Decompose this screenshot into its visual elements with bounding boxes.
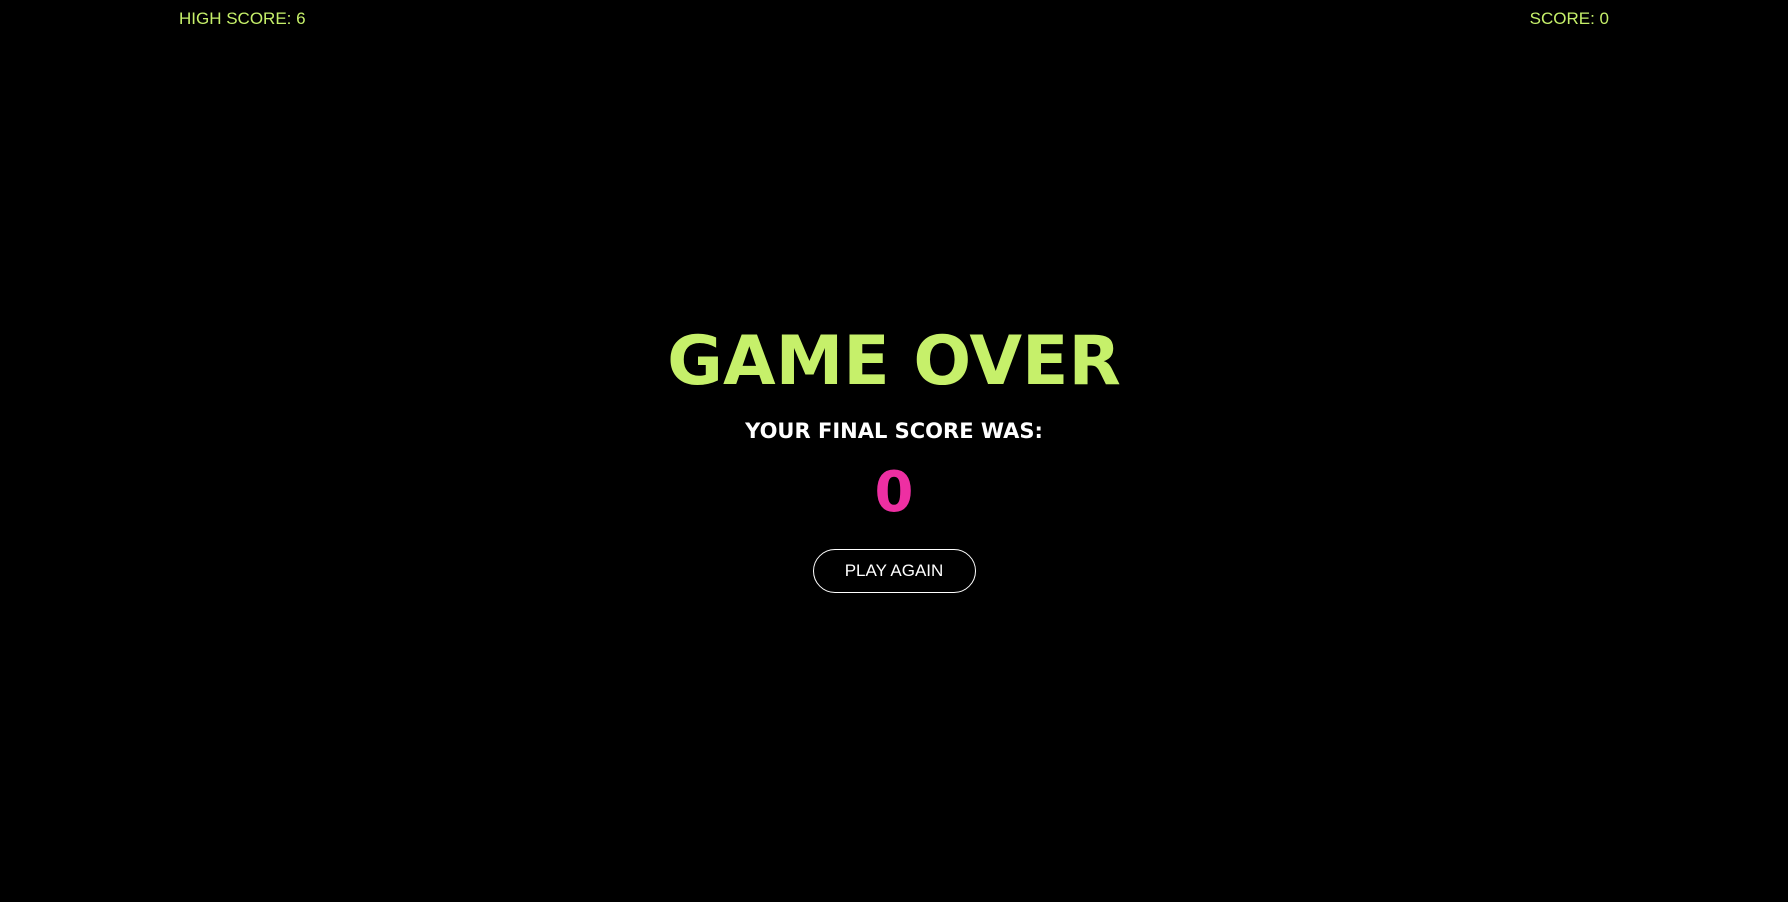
play-again-button[interactable]: PLAY AGAIN: [812, 549, 976, 593]
game-over-title: GAME OVER: [667, 322, 1121, 401]
play-again-container: PLAY AGAIN: [0, 549, 1788, 593]
score-label: SCORE: 0: [1529, 9, 1609, 28]
final-score-value: 0: [874, 460, 914, 525]
game-screen: HIGH SCORE: 6 SCORE: 0 GAME OVER YOUR FI…: [0, 0, 1788, 902]
final-score-caption: YOUR FINAL SCORE WAS:: [745, 419, 1043, 443]
high-score-label: HIGH SCORE: 6: [179, 9, 306, 28]
